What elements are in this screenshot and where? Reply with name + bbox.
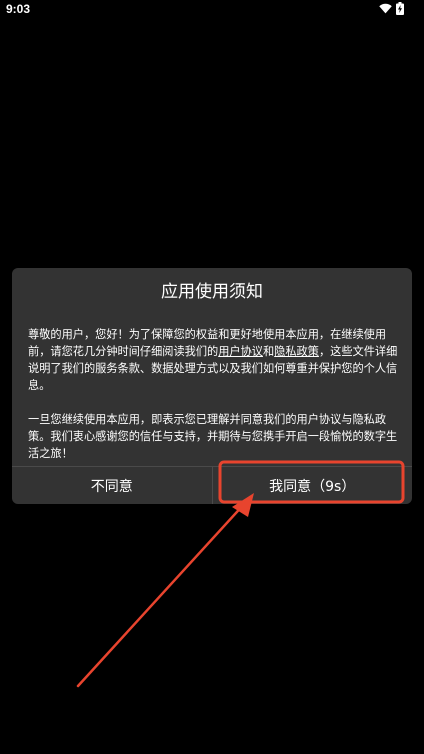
notice-paragraph-2: 一旦您继续使用本应用，即表示您已理解并同意我们的用户协议与隐私政策。我们衷心感谢… [28, 413, 398, 460]
conjunction-text: 和 [262, 345, 275, 358]
pointer-arrow-line [76, 500, 248, 688]
screen: 9:03 应用使用须知 尊敬的用户，您好！为了保障您的权益和更好地使用本应用，在… [0, 0, 424, 754]
status-time: 9:03 [6, 2, 31, 16]
disagree-button[interactable]: 不同意 [12, 467, 212, 504]
usage-notice-dialog: 应用使用须知 尊敬的用户，您好！为了保障您的权益和更好地使用本应用，在继续使用前… [12, 268, 412, 504]
user-agreement-link[interactable]: 用户协议 [218, 345, 263, 358]
agree-button[interactable]: 我同意（9s） [213, 467, 413, 504]
dialog-button-row: 不同意 我同意（9s） [12, 466, 412, 504]
notice-paragraph-1: 尊敬的用户，您好！为了保障您的权益和更好地使用本应用，在继续使用前，请您花几分钟… [28, 326, 400, 394]
dialog-body: 尊敬的用户，您好！为了保障您的权益和更好地使用本应用，在继续使用前，请您花几分钟… [28, 326, 400, 462]
status-bar: 9:03 [0, 0, 424, 20]
wifi-icon [379, 3, 392, 14]
dialog-title: 应用使用须知 [161, 282, 263, 302]
privacy-policy-link[interactable]: 隐私政策 [274, 345, 319, 358]
battery-charging-icon [396, 2, 404, 15]
status-icons [379, 2, 404, 15]
